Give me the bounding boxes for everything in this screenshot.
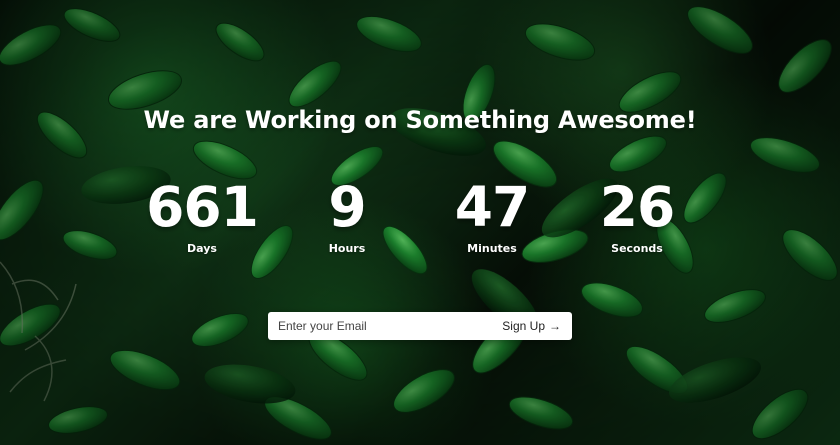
minutes-value: 47 <box>454 175 531 239</box>
coming-soon-page: We are Working on Something Awesome! 661… <box>0 0 840 445</box>
sign-up-label: Sign Up <box>502 319 545 333</box>
seconds-label: Seconds <box>611 242 663 255</box>
minutes-label: Minutes <box>467 242 517 255</box>
email-field[interactable] <box>268 312 495 340</box>
days-label: Days <box>187 242 217 255</box>
days-value: 661 <box>146 175 259 239</box>
email-signup-form: Sign Up → <box>268 312 572 340</box>
countdown-hours: 9 Hours <box>287 174 407 255</box>
arrow-right-icon: → <box>549 319 561 333</box>
page-headline: We are Working on Something Awesome! <box>143 106 697 134</box>
countdown-minutes: 47 Minutes <box>432 174 552 255</box>
countdown-seconds: 26 Seconds <box>577 174 697 255</box>
hours-label: Hours <box>328 242 366 255</box>
seconds-value: 26 <box>599 175 676 239</box>
sign-up-button[interactable]: Sign Up → <box>494 312 572 340</box>
countdown-days: 661 Days <box>142 174 262 255</box>
countdown-timer: 661 Days 9 Hours 47 Minutes 26 Seconds <box>0 174 840 264</box>
hours-value: 9 <box>328 175 366 239</box>
countdown-hero: We are Working on Something Awesome! 661… <box>0 0 840 445</box>
